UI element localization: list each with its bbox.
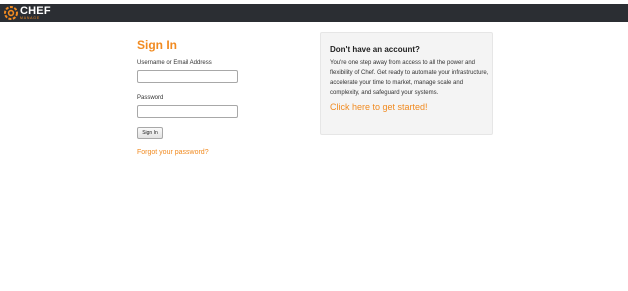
logo-text: CHEF MANAGE bbox=[20, 5, 51, 21]
sign-in-title: Sign In bbox=[137, 38, 177, 52]
get-started-link[interactable]: Click here to get started! bbox=[330, 102, 483, 112]
password-label: Password bbox=[137, 95, 164, 101]
password-input[interactable] bbox=[137, 105, 238, 118]
sign-in-form: Sign In Username or Email Address Passwo… bbox=[137, 38, 307, 156]
logo-subtitle: MANAGE bbox=[20, 15, 40, 20]
top-navigation-bar: CHEF MANAGE bbox=[0, 4, 628, 22]
forgot-password-link[interactable]: Forgot your password? bbox=[137, 149, 209, 156]
sign-in-button[interactable]: Sign In bbox=[137, 127, 163, 139]
signup-panel-body: You're one step away from access to all … bbox=[330, 60, 489, 96]
username-label: Username or Email Address bbox=[137, 60, 212, 66]
chef-logo-icon bbox=[4, 6, 18, 20]
signup-promo-panel: Don't have an account? You're one step a… bbox=[320, 32, 493, 135]
chef-manage-logo[interactable]: CHEF MANAGE bbox=[4, 5, 51, 21]
username-input[interactable] bbox=[137, 70, 238, 83]
signup-panel-title: Don't have an account? bbox=[330, 45, 420, 54]
